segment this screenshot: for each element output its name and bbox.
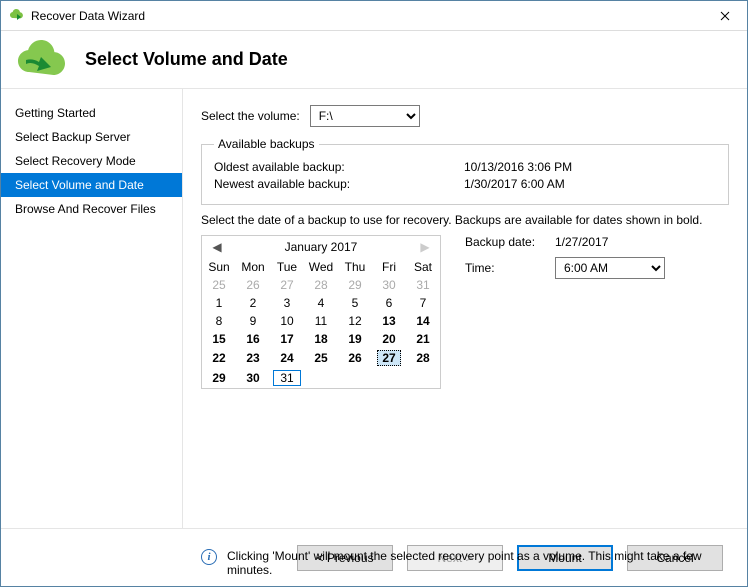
calendar-day[interactable]: 2 xyxy=(236,294,270,312)
calendar-day[interactable]: 21 xyxy=(406,330,440,348)
wizard-step[interactable]: Select Recovery Mode xyxy=(1,149,182,173)
calendar-day[interactable]: 19 xyxy=(338,330,372,348)
newest-backup-value: 1/30/2017 6:00 AM xyxy=(464,177,565,191)
backup-date-label: Backup date: xyxy=(465,235,555,249)
calendar-day[interactable]: 15 xyxy=(202,330,236,348)
calendar-day: 31 xyxy=(406,276,440,294)
wizard-content: Select the volume: F:\ Available backups… xyxy=(183,89,747,528)
time-label: Time: xyxy=(465,261,555,275)
calendar-prev-month[interactable]: ◀ xyxy=(206,236,228,258)
calendar-day[interactable]: 7 xyxy=(406,294,440,312)
calendar-day xyxy=(304,368,338,388)
calendar-day[interactable]: 12 xyxy=(338,312,372,330)
calendar-day[interactable]: 11 xyxy=(304,312,338,330)
dialog-window: Recover Data Wizard Select Volume and Da… xyxy=(0,0,748,587)
calendar-month-label: January 2017 xyxy=(285,240,358,254)
calendar-day: 28 xyxy=(304,276,338,294)
window-title: Recover Data Wizard xyxy=(31,9,702,23)
calendar-day[interactable]: 26 xyxy=(338,348,372,368)
calendar-day[interactable]: 24 xyxy=(270,348,304,368)
calendar-day[interactable]: 28 xyxy=(406,348,440,368)
calendar-day xyxy=(338,368,372,388)
calendar-day[interactable]: 17 xyxy=(270,330,304,348)
wizard-steps-sidebar: Getting StartedSelect Backup ServerSelec… xyxy=(1,89,183,528)
calendar-day[interactable]: 6 xyxy=(372,294,406,312)
calendar-day[interactable]: 29 xyxy=(202,368,236,388)
calendar-day: 29 xyxy=(338,276,372,294)
calendar-dow: Mon xyxy=(236,258,270,276)
volume-label: Select the volume: xyxy=(201,109,300,123)
calendar-day[interactable]: 1 xyxy=(202,294,236,312)
calendar-day[interactable]: 18 xyxy=(304,330,338,348)
calendar-day[interactable]: 16 xyxy=(236,330,270,348)
calendar-day xyxy=(372,368,406,388)
calendar-dow: Fri xyxy=(372,258,406,276)
wizard-header: Select Volume and Date xyxy=(1,31,747,89)
wizard-step[interactable]: Select Volume and Date xyxy=(1,173,182,197)
calendar-day: 25 xyxy=(202,276,236,294)
calendar-day[interactable]: 8 xyxy=(202,312,236,330)
calendar-dow: Thu xyxy=(338,258,372,276)
calendar-dow: Tue xyxy=(270,258,304,276)
calendar-day xyxy=(406,368,440,388)
calendar-day: 26 xyxy=(236,276,270,294)
oldest-backup-value: 10/13/2016 3:06 PM xyxy=(464,160,572,174)
info-panel: i Clicking 'Mount' will mount the select… xyxy=(201,549,729,577)
info-text: Clicking 'Mount' will mount the selected… xyxy=(227,549,709,577)
calendar-day[interactable]: 25 xyxy=(304,348,338,368)
calendar-day[interactable]: 9 xyxy=(236,312,270,330)
calendar-day[interactable]: 3 xyxy=(270,294,304,312)
page-title: Select Volume and Date xyxy=(85,49,288,70)
oldest-backup-label: Oldest available backup: xyxy=(214,160,464,174)
wizard-step[interactable]: Browse And Recover Files xyxy=(1,197,182,221)
calendar-day[interactable]: 4 xyxy=(304,294,338,312)
calendar-day[interactable]: 22 xyxy=(202,348,236,368)
calendar-dow: Sun xyxy=(202,258,236,276)
calendar-day[interactable]: 13 xyxy=(372,312,406,330)
calendar-dow: Sat xyxy=(406,258,440,276)
app-icon xyxy=(9,8,25,24)
backup-date-value: 1/27/2017 xyxy=(555,235,608,249)
cloud-arrow-icon xyxy=(15,40,71,80)
calendar-day: 30 xyxy=(372,276,406,294)
wizard-step[interactable]: Getting Started xyxy=(1,101,182,125)
calendar-day[interactable]: 27 xyxy=(372,348,406,368)
volume-select[interactable]: F:\ xyxy=(310,105,420,127)
calendar-day[interactable]: 23 xyxy=(236,348,270,368)
calendar-day[interactable]: 5 xyxy=(338,294,372,312)
available-backups-legend: Available backups xyxy=(214,137,319,151)
wizard-step[interactable]: Select Backup Server xyxy=(1,125,182,149)
calendar-day[interactable]: 14 xyxy=(406,312,440,330)
time-select[interactable]: 6:00 AM xyxy=(555,257,665,279)
close-button[interactable] xyxy=(702,1,747,30)
info-icon: i xyxy=(201,549,217,565)
instruction-text: Select the date of a backup to use for r… xyxy=(201,213,729,227)
calendar-day: 27 xyxy=(270,276,304,294)
titlebar: Recover Data Wizard xyxy=(1,1,747,31)
calendar-day[interactable]: 30 xyxy=(236,368,270,388)
calendar-day[interactable]: 31 xyxy=(270,368,304,388)
calendar[interactable]: ◀ January 2017 ▶ SunMonTueWedThuFriSat25… xyxy=(201,235,441,389)
calendar-next-month: ▶ xyxy=(414,236,436,258)
calendar-day[interactable]: 10 xyxy=(270,312,304,330)
newest-backup-label: Newest available backup: xyxy=(214,177,464,191)
available-backups-group: Available backups Oldest available backu… xyxy=(201,137,729,205)
calendar-dow: Wed xyxy=(304,258,338,276)
calendar-day[interactable]: 20 xyxy=(372,330,406,348)
